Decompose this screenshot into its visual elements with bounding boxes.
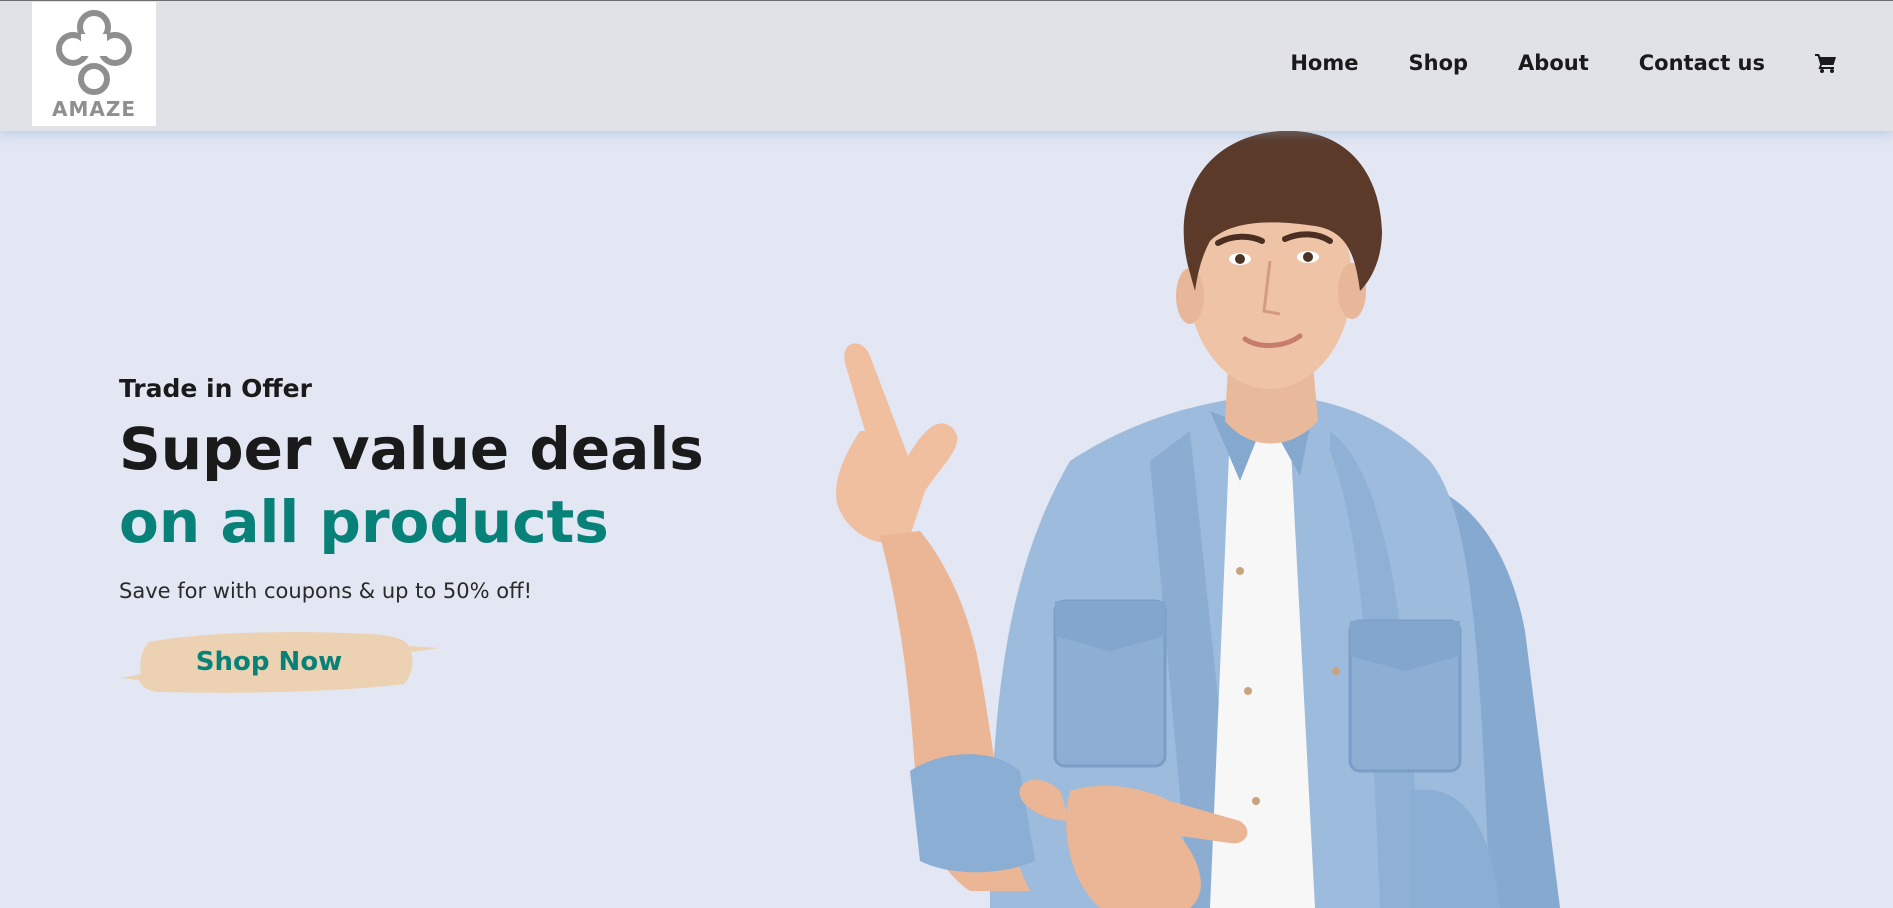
shop-now-button[interactable]: Shop Now bbox=[119, 626, 439, 698]
hero-text: Trade in Offer Super value deals on all … bbox=[119, 374, 704, 698]
logo[interactable]: AMAZE bbox=[32, 2, 156, 126]
logo-text: AMAZE bbox=[51, 97, 137, 121]
nav-shop[interactable]: Shop bbox=[1409, 51, 1469, 75]
nav-home[interactable]: Home bbox=[1290, 51, 1358, 75]
hero-eyebrow: Trade in Offer bbox=[119, 374, 312, 403]
site-header: AMAZE Home Shop About Contact us bbox=[0, 0, 1893, 131]
hero-photo-man-pointing bbox=[836, 131, 1560, 908]
page: AMAZE Home Shop About Contact us Trade i… bbox=[0, 0, 1893, 908]
hero-headline-line2: on all products bbox=[119, 488, 609, 556]
shopping-cart-icon[interactable] bbox=[1815, 53, 1837, 73]
main-nav: Home Shop About Contact us bbox=[1240, 51, 1837, 75]
hero-subtext: Save for with coupons & up to 50% off! bbox=[119, 579, 533, 603]
nav-about[interactable]: About bbox=[1518, 51, 1589, 75]
shop-now-label: Shop Now bbox=[195, 647, 343, 677]
hero-headline-line1: Super value deals bbox=[119, 415, 704, 483]
amaze-logo-icon bbox=[56, 10, 132, 95]
nav-contact[interactable]: Contact us bbox=[1639, 51, 1765, 75]
